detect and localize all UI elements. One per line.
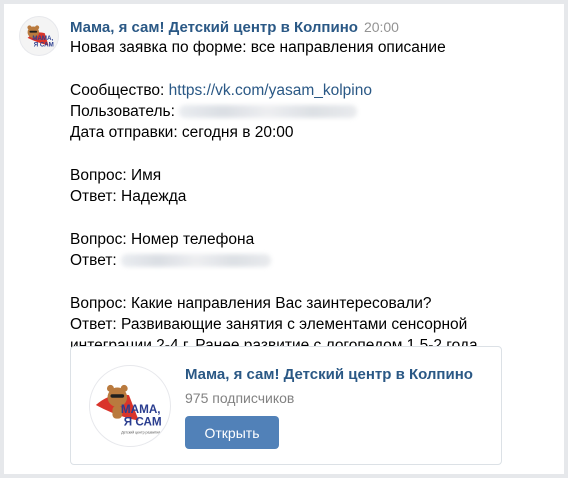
phone-redacted <box>121 254 272 268</box>
question-1: Вопрос: Имя <box>70 166 162 184</box>
answer-3-line-1: Ответ: Развивающие занятия с элементами … <box>70 315 468 333</box>
community-line: Сообщество: https://vk.com/yasam_kolpino <box>70 80 550 101</box>
message-body: Новая заявка по форме: все направления о… <box>70 37 550 356</box>
user-label: Пользователь: <box>70 102 175 120</box>
card-logo-caption: Детский центр развития <box>121 430 160 434</box>
subscriber-count: 975 подписчиков <box>185 390 295 406</box>
card-title[interactable]: Мама, я сам! Детский центр в Колпино <box>185 365 473 385</box>
question-3: Вопрос: Какие направления Вас заинтересо… <box>70 294 432 312</box>
logo-icon: МАМА, Я САМ <box>27 25 54 48</box>
card-logo-text-2: Я САМ <box>124 416 162 429</box>
question-2: Вопрос: Номер телефона <box>70 230 255 248</box>
user-redacted <box>179 105 358 119</box>
logo-icon: МАМА, Я САМ Детский центр развития <box>95 384 162 434</box>
community-label: Сообщество: <box>70 81 169 99</box>
community-link[interactable]: https://vk.com/yasam_kolpino <box>169 82 372 99</box>
community-card: МАМА, Я САМ Детский центр развития Мама,… <box>70 346 502 465</box>
user-line: Пользователь: <box>70 101 550 122</box>
open-button[interactable]: Открыть <box>185 416 279 449</box>
answer-2: Ответ: <box>70 250 550 271</box>
message-header: Мама, я сам! Детский центр в Колпино 20:0… <box>70 18 399 37</box>
date-line: Дата отправки: сегодня в 20:00 <box>70 124 294 142</box>
logo-text-2: Я САМ <box>34 41 54 48</box>
answer-2-label: Ответ: <box>70 251 117 269</box>
message-panel: МАМА, Я САМ Мама, я сам! Детский центр в… <box>4 4 564 474</box>
request-line: Новая заявка по форме: все направления о… <box>70 39 446 56</box>
answer-1: Ответ: Надежда <box>70 188 187 206</box>
message-time[interactable]: 20:00 <box>364 19 399 35</box>
community-avatar[interactable]: МАМА, Я САМ <box>19 16 59 56</box>
community-card-logo[interactable]: МАМА, Я САМ Детский центр развития <box>89 365 171 447</box>
card-logo-text-1: МАМА, <box>121 403 161 416</box>
author-name[interactable]: Мама, я сам! Детский центр в Колпино <box>70 19 358 36</box>
